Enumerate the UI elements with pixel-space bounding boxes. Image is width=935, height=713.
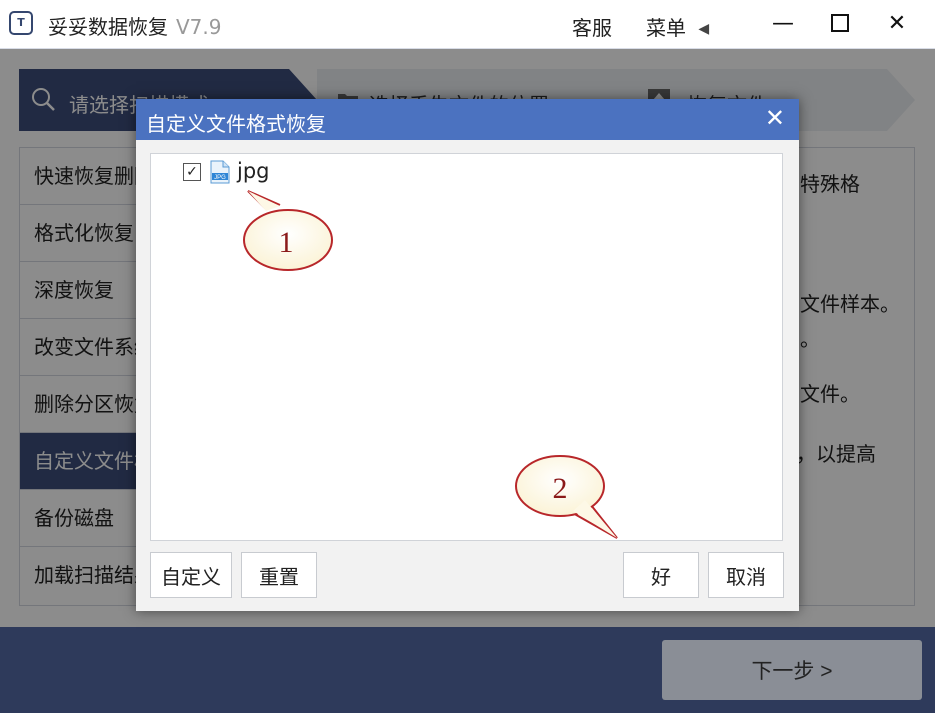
app-logo-icon: T xyxy=(9,11,33,35)
callout-1: 1 xyxy=(243,190,333,271)
jpg-checkbox[interactable]: ✓ xyxy=(183,163,201,181)
custom-button[interactable]: 自定义 xyxy=(150,552,232,598)
callout-1-label: 1 xyxy=(279,226,294,259)
app-title: 妥妥数据恢复 V7.9 xyxy=(48,11,222,40)
menu-label: 菜单 xyxy=(646,16,686,40)
next-step-button[interactable]: 下一步 > xyxy=(662,640,922,700)
service-link[interactable]: 客服 xyxy=(572,12,612,41)
reset-button[interactable]: 重置 xyxy=(241,552,317,598)
dialog-title: 自定义文件格式恢复 xyxy=(146,112,326,136)
footer-bar: 下一步 > xyxy=(0,627,935,713)
minimize-button[interactable]: — xyxy=(769,10,797,38)
dialog-close-icon[interactable]: ✕ xyxy=(765,104,785,132)
close-window-button[interactable]: ✕ xyxy=(883,10,911,38)
app-version: V7.9 xyxy=(176,15,222,39)
callout-2: 2 xyxy=(515,455,618,539)
title-bar: T 妥妥数据恢复 V7.9 客服 菜单 ◀ — ✕ xyxy=(0,0,935,49)
app-name: 妥妥数据恢复 xyxy=(48,15,168,39)
maximize-button[interactable] xyxy=(831,14,849,32)
menu-link[interactable]: 菜单 ◀ xyxy=(646,12,709,41)
custom-format-dialog: 自定义文件格式恢复 ✕ ✓ JPG jpg 自定义 重置 好 取消 xyxy=(136,99,799,611)
ok-button[interactable]: 好 xyxy=(623,552,699,598)
cancel-button[interactable]: 取消 xyxy=(708,552,784,598)
jpg-label: jpg xyxy=(237,159,270,183)
jpg-icon-text: JPG xyxy=(214,175,226,181)
dialog-title-bar: 自定义文件格式恢复 ✕ xyxy=(136,99,799,140)
menu-arrow-icon: ◀ xyxy=(698,21,710,37)
jpg-file-icon: JPG xyxy=(210,160,230,184)
callout-2-label: 2 xyxy=(553,472,568,505)
